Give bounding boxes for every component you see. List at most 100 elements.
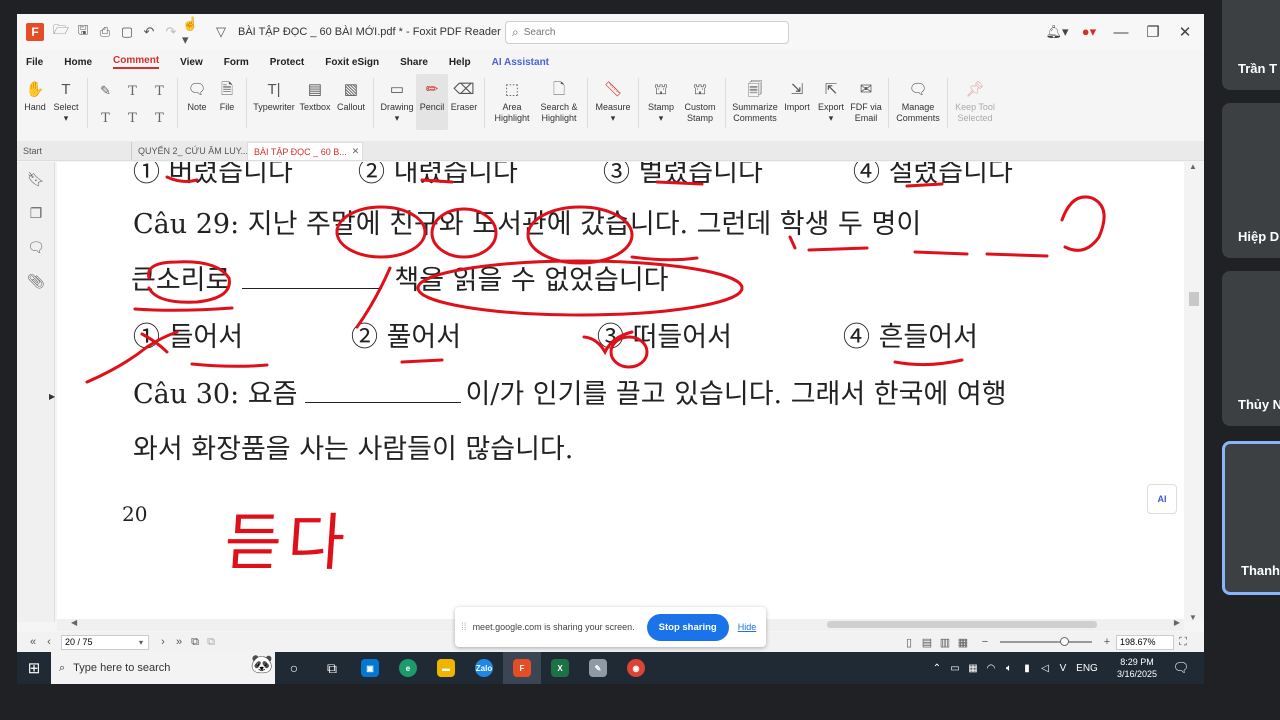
tab-bai-tap-doc[interactable]: BÀI TẬP ĐỌC _ 60 B... ✕ [247,142,363,160]
note-tool[interactable]: 🗨︎ Note [182,74,212,113]
clock[interactable]: 8:29 PM 3/16/2025 [1110,656,1164,680]
search-highlight-tool[interactable]: 🗋 Search & Highlight [535,74,583,124]
menu-ai-assistant[interactable]: AI Assistant [492,57,549,68]
account-icon[interactable]: ●▾ [1076,20,1102,44]
underline-text-icon[interactable]: T [119,78,146,105]
new-file-icon[interactable]: ▢ [116,21,138,43]
taskbar-search[interactable]: ⌕ Type here to search 🐼 [51,652,275,684]
battery-icon[interactable]: ▭ [946,663,964,674]
notification-icon[interactable]: 🗨︎ [1172,660,1190,676]
language-indicator[interactable]: ENG [1072,663,1102,674]
squiggly-text-icon[interactable]: T [92,105,119,132]
eraser-tool[interactable]: ⌫ Eraser [448,74,480,113]
open-folder-icon[interactable]: 🗁 [50,21,72,43]
zoom-in-icon[interactable]: + [1098,636,1116,648]
menu-share[interactable]: Share [400,57,428,68]
file-explorer-icon[interactable]: ▬ [427,652,465,684]
save-icon[interactable]: 🖫 [72,21,94,43]
fullscreen-icon[interactable]: ⛶ [1174,636,1192,649]
next-page-icon[interactable]: › [155,636,171,648]
facing-view-icon[interactable]: ▥ [936,636,954,649]
meet-tile-1[interactable]: Trần T [1222,0,1280,90]
continuous-view-icon[interactable]: ▤ [918,636,936,649]
speaker-icon[interactable]: ◁ [1036,663,1054,674]
expand-panel-icon[interactable]: ▶ [49,392,55,401]
vietnamese-ime-icon[interactable]: V [1054,663,1072,674]
zoom-level-input[interactable] [1116,634,1174,650]
network-icon[interactable]: ▦ [964,663,982,674]
zoom-slider[interactable] [1000,637,1092,646]
scroll-up-icon[interactable]: ▲ [1189,162,1197,171]
export-tool[interactable]: ⇱ Export ▾ [814,74,848,124]
first-page-icon[interactable]: « [25,636,41,648]
page-dropdown-icon[interactable]: ▾ [133,638,149,647]
import-tool[interactable]: ⇲ Import [780,74,814,113]
keep-tool-selected[interactable]: 📌︎ Keep Tool Selected [952,74,998,124]
stamp-tool[interactable]: ⛫ Stamp ▾ [643,74,679,124]
menu-protect[interactable]: Protect [270,57,304,68]
chevron-up-icon[interactable]: ⌃ [928,663,946,674]
drag-handle-icon[interactable]: ⁞⁞ [461,622,467,633]
pages-icon[interactable]: ❐ [17,196,55,230]
fdf-email-tool[interactable]: ✉ FDF via Email [848,74,884,124]
vertical-scrollbar[interactable]: ▲ ▼ [1184,162,1204,622]
copy-page-icon[interactable]: ⧉ [187,636,203,649]
tab-quyen-2[interactable]: QUYỂN 2_ CỨU ÂM LUY... [131,142,248,160]
file-tool[interactable]: 🗎 File [212,74,242,113]
callout-tool[interactable]: ▧ Callout [333,74,369,113]
menu-foxit-esign[interactable]: Foxit eSign [325,57,379,68]
hide-link[interactable]: Hide [738,622,757,632]
mic-icon[interactable]: ▮ [1018,663,1036,674]
task-view-icon[interactable]: ⧉ [313,652,351,684]
menu-form[interactable]: Form [224,57,249,68]
last-page-icon[interactable]: » [171,636,187,648]
meet-tile-3[interactable]: Thủy N [1222,271,1280,426]
strikeout-text-icon[interactable]: T [146,78,173,105]
cortana-icon[interactable]: ○ [275,652,313,684]
windows-start-icon[interactable]: ⊞ [17,659,51,677]
wifi-icon[interactable]: ◠ [982,663,1000,674]
excel-app-icon[interactable]: X [541,652,579,684]
area-highlight-tool[interactable]: ⬚ Area Highlight [489,74,535,124]
scroll-left-icon[interactable]: ◀ [71,618,77,627]
scroll-down-icon[interactable]: ▼ [1189,613,1197,622]
meet-tile-4[interactable]: Thanh [1222,441,1280,595]
volume-icon[interactable]: 🔈︎ [1000,663,1018,674]
hand-tool[interactable]: ✋ Hand [21,74,49,113]
bookmark-icon[interactable]: 🔖︎ [17,162,55,196]
custom-stamp-tool[interactable]: ⛫ Custom Stamp [679,74,721,124]
store-app-icon[interactable]: ▣ [351,652,389,684]
print-icon[interactable]: ⎙ [94,21,116,43]
attachment-icon[interactable]: 📎︎ [17,264,55,298]
scroll-thumb[interactable] [827,621,1097,628]
insert-text-icon[interactable]: T [146,105,173,132]
drawing-tool[interactable]: ▭ Drawing ▾ [378,74,416,124]
replace-text-icon[interactable]: T [119,105,146,132]
summarize-comments-tool[interactable]: 🗐 Summarize Comments [730,74,780,124]
typewriter-tool[interactable]: T| Typewriter [251,74,297,113]
rotate-icon[interactable]: ⧉ [203,636,219,649]
measure-tool[interactable]: 📏︎ Measure ▾ [592,74,634,124]
search-box[interactable]: ⌕ [505,21,789,44]
undo-icon[interactable]: ↶ [138,21,160,43]
highlight-icon[interactable]: ✎ [92,78,119,105]
bell-icon[interactable]: 🔔︎▾ [1044,20,1070,44]
scroll-thumb[interactable] [1189,292,1199,306]
paint-app-icon[interactable]: ✎ [579,652,617,684]
select-tool[interactable]: T Select ▾ [49,74,83,124]
textbox-tool[interactable]: ▤ Textbox [297,74,333,113]
minimize-icon[interactable]: — [1108,20,1134,44]
prev-page-icon[interactable]: ‹ [41,636,57,648]
manage-comments-tool[interactable]: 🗨︎ Manage Comments [893,74,943,124]
search-input[interactable] [523,27,764,38]
restore-icon[interactable]: ❐ [1140,20,1166,44]
zoom-slider-knob[interactable] [1060,637,1069,646]
single-page-view-icon[interactable]: ▯ [900,636,918,649]
menu-view[interactable]: View [180,57,203,68]
pencil-tool[interactable]: ✏ Pencil [416,74,448,130]
close-icon[interactable]: ✕ [1172,20,1198,44]
tab-start[interactable]: Start [17,142,131,160]
ai-assistant-float-icon[interactable]: AI [1147,484,1177,514]
zoom-out-icon[interactable]: − [976,636,994,648]
stop-sharing-button[interactable]: Stop sharing [646,613,729,641]
